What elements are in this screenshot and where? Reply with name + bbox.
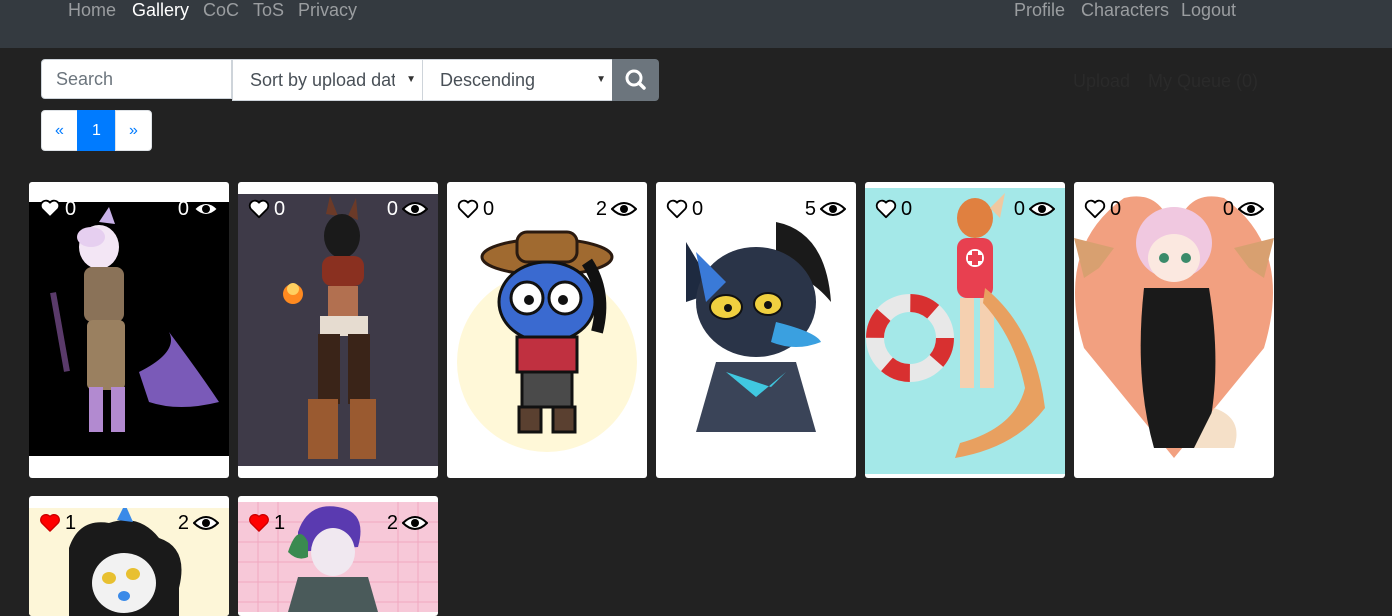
gallery-card[interactable]: 0 2 xyxy=(447,182,647,478)
gallery-card[interactable]: 1 2 xyxy=(238,496,438,616)
order-select[interactable]: Descending ▼ xyxy=(422,59,613,101)
search-input[interactable] xyxy=(41,59,232,99)
view-count: 0 xyxy=(1222,198,1234,220)
view-stat: 2 xyxy=(178,512,219,534)
view-stat: 0 xyxy=(178,198,219,220)
view-count: 0 xyxy=(386,198,398,220)
gallery-card[interactable]: 0 0 xyxy=(29,182,229,478)
search-icon xyxy=(625,69,646,90)
search-button[interactable] xyxy=(612,59,659,101)
nav-privacy[interactable]: Privacy xyxy=(298,0,357,22)
view-count: 2 xyxy=(595,198,607,220)
like-count: 0 xyxy=(692,198,704,220)
cowboy-chibi-character-image xyxy=(457,230,637,452)
view-stat: 0 xyxy=(1223,198,1264,220)
heart-bat-character-image xyxy=(1074,188,1274,474)
view-stat: 2 xyxy=(596,198,637,220)
gallery-card[interactable]: 1 2 xyxy=(29,496,229,616)
my-queue-link[interactable]: My Queue (0) xyxy=(1148,70,1258,92)
chevron-down-icon: ▼ xyxy=(406,74,416,85)
chevron-down-icon: ▼ xyxy=(596,74,606,85)
like-count: 0 xyxy=(901,198,913,220)
gallery-card[interactable]: 0 0 xyxy=(1074,182,1274,478)
eye-icon xyxy=(1029,202,1055,216)
heart-outline-icon[interactable] xyxy=(457,199,479,219)
view-stat: 5 xyxy=(805,198,846,220)
like-stat: 0 xyxy=(39,198,76,220)
gallery-card[interactable]: 0 0 xyxy=(238,182,438,478)
view-count: 2 xyxy=(386,512,398,534)
search-form: Sort by upload date ▼ Descending ▼ xyxy=(41,59,659,101)
gallery-card[interactable]: 0 0 xyxy=(865,182,1065,478)
lifeguard-character-image xyxy=(865,188,1065,474)
nav-gallery[interactable]: Gallery xyxy=(132,0,189,22)
view-stat: 0 xyxy=(387,198,428,220)
heart-outline-icon[interactable] xyxy=(875,199,897,219)
like-stat: 0 xyxy=(666,198,703,220)
eye-icon xyxy=(193,516,219,530)
heart-outline-icon[interactable] xyxy=(666,199,688,219)
like-count: 0 xyxy=(274,198,286,220)
like-stat: 0 xyxy=(248,198,285,220)
upload-link[interactable]: Upload xyxy=(1073,70,1130,92)
nav-home[interactable]: Home xyxy=(68,0,116,22)
order-select-value: Descending xyxy=(440,70,536,90)
view-stat: 0 xyxy=(1014,198,1055,220)
heart-filled-icon[interactable] xyxy=(39,513,61,533)
eye-icon xyxy=(402,202,428,216)
purple-shark-character-image xyxy=(29,202,229,456)
view-count: 0 xyxy=(177,198,189,220)
eye-icon xyxy=(820,202,846,216)
nav-coc[interactable]: CoC xyxy=(203,0,239,22)
nav-tos[interactable]: ToS xyxy=(253,0,284,22)
heart-outline-icon[interactable] xyxy=(1084,199,1106,219)
heart-outline-icon[interactable] xyxy=(39,199,61,219)
like-stat: 1 xyxy=(248,512,285,534)
eye-icon xyxy=(611,202,637,216)
view-count: 2 xyxy=(177,512,189,534)
like-count: 1 xyxy=(65,512,77,534)
top-navbar: Home Gallery CoC ToS Privacy Profile Cha… xyxy=(0,0,1392,48)
page-prev-button[interactable]: « xyxy=(41,110,78,151)
like-count: 0 xyxy=(65,198,77,220)
black-wolf-portrait-image xyxy=(686,222,831,432)
nav-profile[interactable]: Profile xyxy=(1014,0,1065,22)
eye-icon xyxy=(193,202,219,216)
sort-select[interactable]: Sort by upload date ▼ xyxy=(232,59,423,101)
like-count: 0 xyxy=(1110,198,1122,220)
like-stat: 0 xyxy=(1084,198,1121,220)
fox-with-fire-character-image xyxy=(238,194,438,466)
sort-select-value: Sort by upload date xyxy=(250,70,395,90)
eye-icon xyxy=(402,516,428,530)
view-count: 0 xyxy=(1013,198,1025,220)
nav-logout[interactable]: Logout xyxy=(1181,0,1236,22)
page-next-button[interactable]: » xyxy=(115,110,152,151)
like-count: 1 xyxy=(274,512,286,534)
heart-filled-icon[interactable] xyxy=(248,513,270,533)
view-stat: 2 xyxy=(387,512,428,534)
heart-outline-icon[interactable] xyxy=(248,199,270,219)
like-stat: 1 xyxy=(39,512,76,534)
nav-characters[interactable]: Characters xyxy=(1081,0,1169,22)
like-stat: 0 xyxy=(457,198,494,220)
view-count: 5 xyxy=(804,198,816,220)
like-stat: 0 xyxy=(875,198,912,220)
eye-icon xyxy=(1238,202,1264,216)
gallery-card[interactable]: 0 5 xyxy=(656,182,856,478)
like-count: 0 xyxy=(483,198,495,220)
page-1-button[interactable]: 1 xyxy=(77,110,116,151)
